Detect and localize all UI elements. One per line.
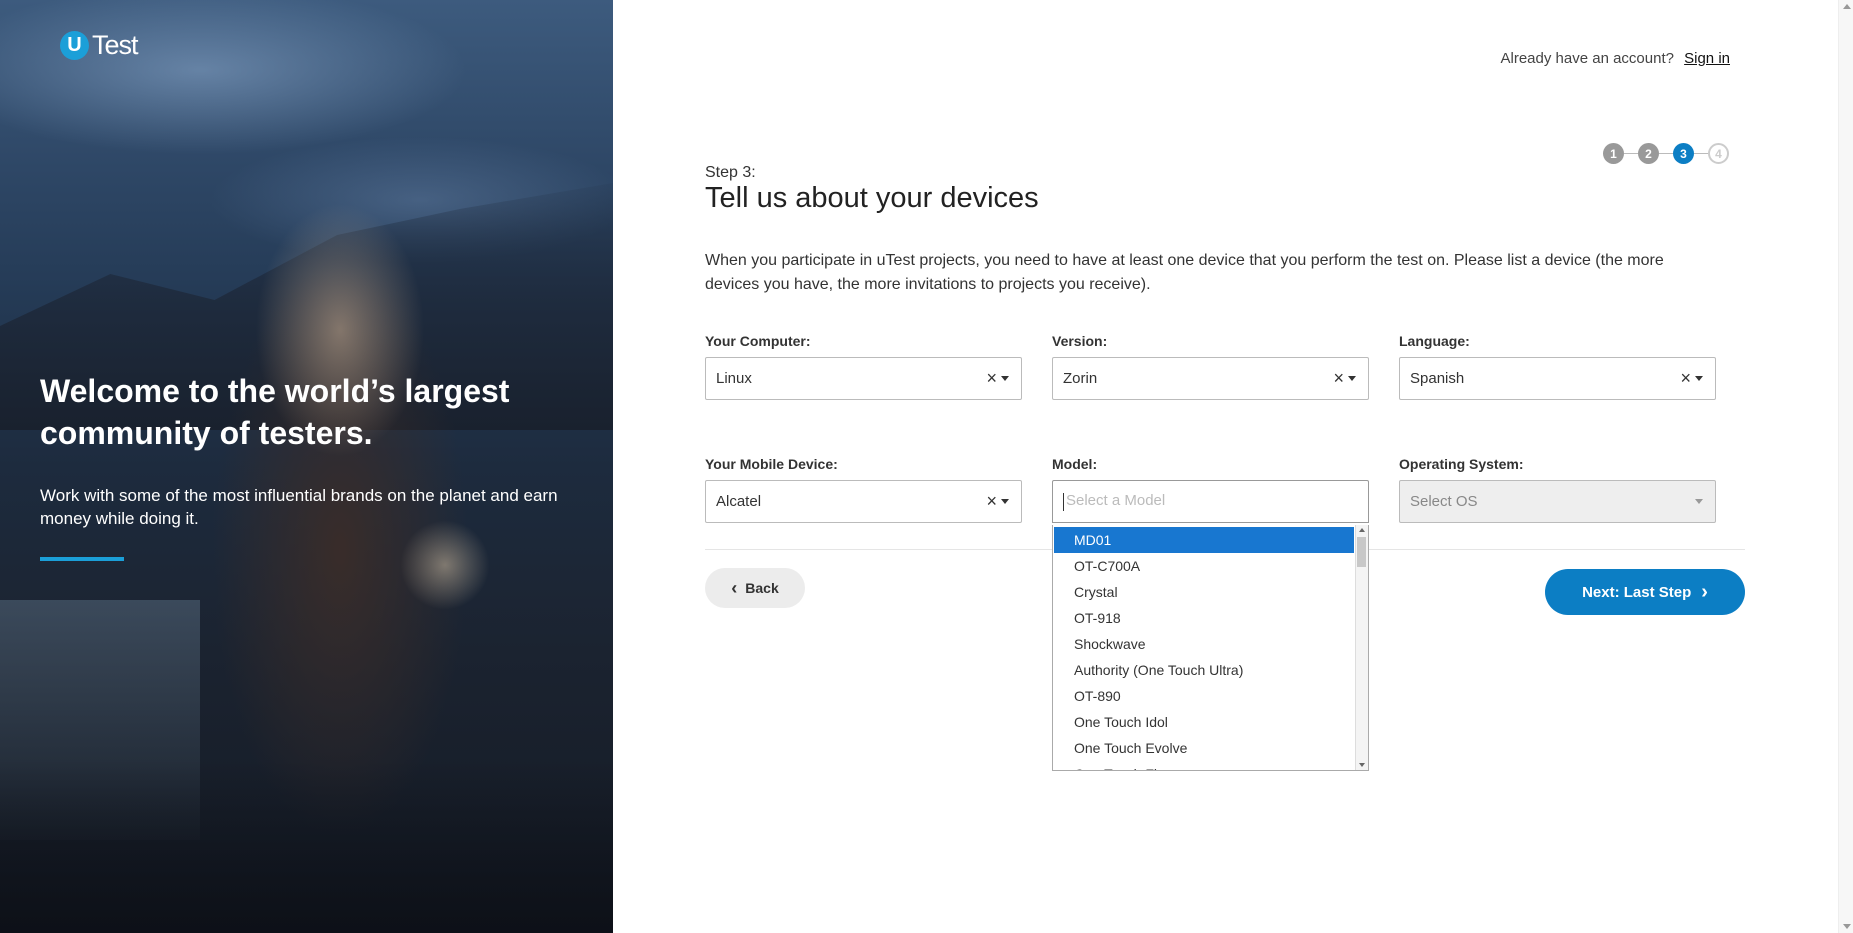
scroll-down-icon[interactable] (1843, 924, 1851, 929)
page-title: Tell us about your devices (705, 182, 1039, 214)
model-option[interactable]: OT-C700A (1054, 553, 1354, 579)
intro-text: When you participate in uTest projects, … (705, 252, 1664, 293)
model-label: Model: (1052, 456, 1098, 472)
logo-text: Test (92, 30, 139, 60)
step-dot-4: 4 (1708, 143, 1729, 164)
sign-in-link[interactable]: Sign in (1684, 50, 1730, 67)
mobile-device-value: Alcatel (716, 493, 762, 510)
next-label: Next: Last Step (1582, 583, 1692, 601)
hero-subtitle: Work with some of the most influential b… (40, 486, 558, 528)
hero-phone-glow (400, 520, 490, 610)
hero-panel: U Test Welcome to the world’s largest co… (0, 0, 613, 933)
step-connector (1694, 153, 1708, 154)
version-value: Zorin (1063, 370, 1098, 387)
step-dot-3-current: 3 (1673, 143, 1694, 164)
chevron-right-icon: › (1701, 580, 1708, 603)
chevron-down-icon[interactable] (1348, 376, 1356, 381)
next-last-step-button[interactable]: Next: Last Step › (1545, 569, 1745, 615)
chevron-down-icon (1695, 499, 1703, 504)
scroll-thumb[interactable] (1357, 537, 1366, 567)
model-option[interactable]: One Touch Idol (1054, 709, 1354, 735)
clear-icon[interactable]: × (1333, 368, 1344, 389)
model-placeholder: Select a Model (1066, 492, 1166, 510)
back-button[interactable]: ‹ Back (705, 568, 805, 608)
model-option[interactable]: One Touch Fire (1054, 761, 1354, 770)
page-scrollbar[interactable] (1838, 0, 1853, 933)
language-label: Language: (1399, 333, 1470, 349)
computer-label: Your Computer: (705, 333, 811, 349)
clear-icon[interactable]: × (986, 491, 997, 512)
utest-logo[interactable]: U Test (60, 30, 139, 61)
mobile-device-label: Your Mobile Device: (705, 456, 838, 472)
hero-title: Welcome to the world’s largest community… (40, 373, 510, 451)
text-cursor (1063, 492, 1064, 511)
chevron-down-icon[interactable] (1001, 376, 1009, 381)
model-option[interactable]: Shockwave (1054, 631, 1354, 657)
computer-select[interactable]: Linux × (705, 357, 1022, 400)
account-prompt-text: Already have an account? (1500, 50, 1674, 67)
version-select[interactable]: Zorin × (1052, 357, 1369, 400)
signin-prompt: Already have an account? Sign in (1501, 50, 1731, 67)
chevron-left-icon: ‹ (731, 577, 738, 598)
model-option[interactable]: Authority (One Touch Ultra) (1054, 657, 1354, 683)
model-option[interactable]: One Touch Evolve (1054, 735, 1354, 761)
model-option[interactable]: MD01 (1054, 527, 1354, 553)
chevron-down-icon[interactable] (1695, 376, 1703, 381)
dropdown-scrollbar[interactable] (1355, 525, 1368, 770)
step-dot-2: 2 (1638, 143, 1659, 164)
scroll-down-icon[interactable] (1359, 763, 1365, 767)
scroll-up-icon[interactable] (1359, 528, 1365, 532)
hero-shade (0, 760, 613, 933)
step-connector (1659, 153, 1673, 154)
mobile-device-select[interactable]: Alcatel × (705, 480, 1022, 523)
clear-icon[interactable]: × (986, 368, 997, 389)
model-dropdown[interactable]: MD01 OT-C700A Crystal OT-918 Shockwave A… (1052, 525, 1369, 771)
os-placeholder: Select OS (1410, 493, 1478, 510)
hero-accent-rule (40, 557, 124, 561)
chevron-down-icon[interactable] (1001, 499, 1009, 504)
language-value: Spanish (1410, 370, 1465, 387)
computer-value: Linux (716, 370, 752, 387)
os-select: Select OS (1399, 480, 1716, 523)
clear-icon[interactable]: × (1680, 368, 1691, 389)
model-search-input[interactable]: Select a Model (1052, 480, 1369, 523)
language-select[interactable]: Spanish × (1399, 357, 1716, 400)
scroll-up-icon[interactable] (1843, 4, 1851, 9)
logo-badge: U (60, 31, 89, 60)
model-option[interactable]: OT-890 (1054, 683, 1354, 709)
step-connector (1624, 153, 1638, 154)
back-label: Back (745, 580, 779, 596)
step-label: Step 3: (705, 164, 756, 181)
model-options-list: MD01 OT-C700A Crystal OT-918 Shockwave A… (1054, 527, 1354, 770)
model-option[interactable]: OT-918 (1054, 605, 1354, 631)
version-label: Version: (1052, 333, 1108, 349)
model-option[interactable]: Crystal (1054, 579, 1354, 605)
step-progress: 1 2 3 4 (1603, 143, 1729, 164)
os-label: Operating System: (1399, 456, 1524, 472)
step-dot-1: 1 (1603, 143, 1624, 164)
